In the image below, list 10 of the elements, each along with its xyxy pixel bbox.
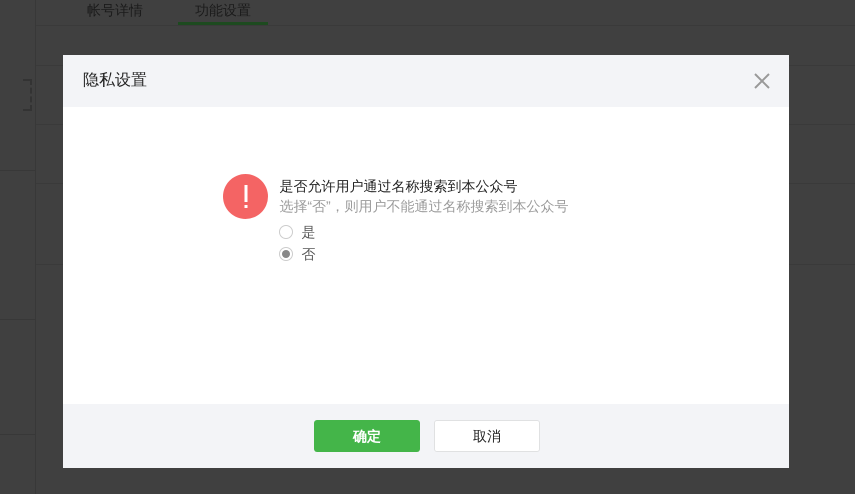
question-text: 是否允许用户通过名称搜索到本公众号 bbox=[279, 177, 518, 196]
hint-text: 选择“否”，则用户不能通过名称搜索到本公众号 bbox=[279, 197, 569, 216]
radio-option[interactable]: 否 bbox=[279, 244, 569, 264]
cancel-button[interactable]: 取消 bbox=[434, 420, 540, 452]
warning-icon bbox=[223, 174, 268, 219]
dialog-title: 隐私设置 bbox=[83, 71, 147, 91]
radio-option[interactable]: 是 bbox=[279, 222, 569, 242]
close-icon[interactable] bbox=[754, 73, 770, 89]
radio-button[interactable] bbox=[279, 225, 294, 239]
radio-button[interactable] bbox=[279, 247, 294, 261]
